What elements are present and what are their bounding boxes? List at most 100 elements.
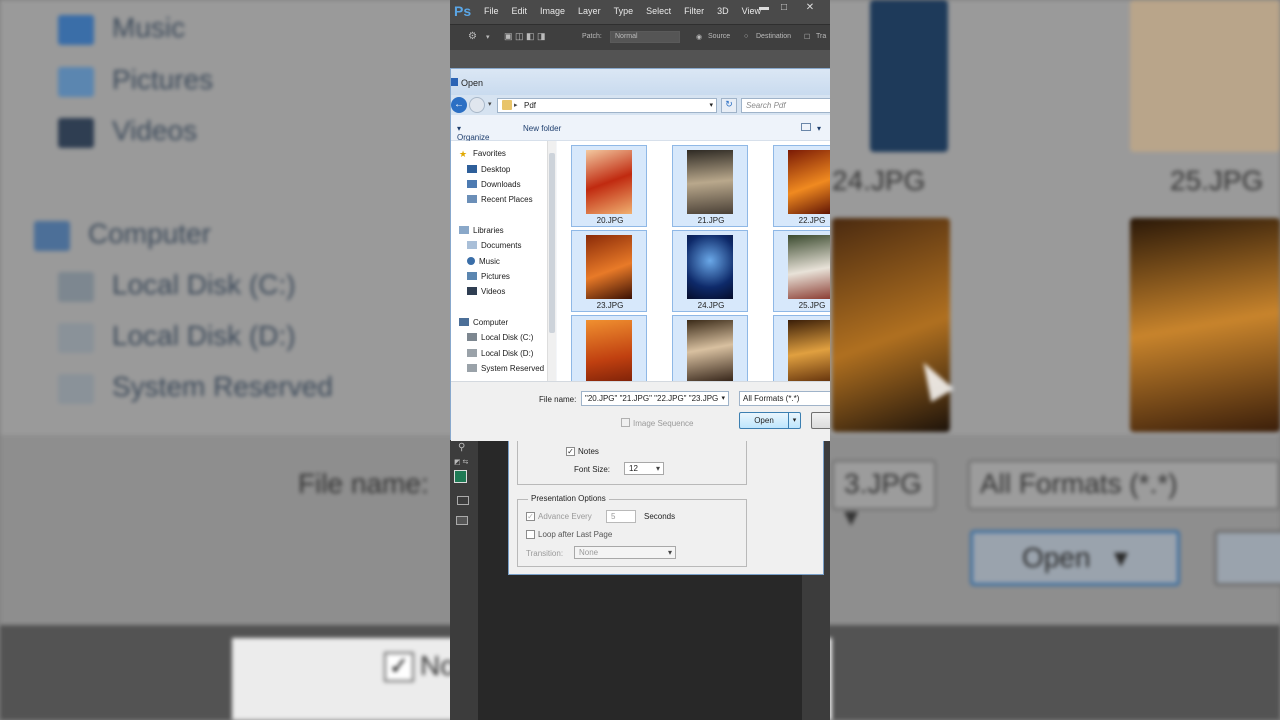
patch-tool-icon[interactable]: ⚙ (468, 31, 477, 42)
file-item[interactable]: 24.JPG (672, 230, 748, 312)
videos-icon (467, 287, 477, 295)
path-dropdown-icon[interactable]: ▾ (709, 99, 713, 112)
refresh-icon[interactable]: ↻ (721, 98, 737, 113)
bg-nav-system-reserved: System Reserved (58, 371, 333, 404)
menu-3d[interactable]: 3D (717, 6, 729, 16)
close-icon[interactable]: ✕ (802, 2, 818, 13)
scrollbar-thumb[interactable] (549, 153, 555, 333)
file-item[interactable] (672, 315, 748, 381)
bg-nav-local-disk-c: Local Disk (C:) (58, 269, 296, 302)
minimize-icon[interactable]: ▬ (756, 2, 772, 13)
file-item[interactable] (571, 315, 647, 381)
nav-libraries[interactable]: Libraries (459, 226, 504, 235)
transparent-label: Tra (816, 33, 827, 40)
source-radio-icon[interactable]: ◉ (696, 33, 702, 41)
search-input[interactable]: Search Pdf (741, 98, 830, 113)
patch-mode-value: Normal (615, 33, 638, 40)
bg-nav-pictures: Pictures (58, 64, 213, 97)
file-name: 25.JPG (798, 301, 826, 310)
bg-thumbnail-27 (1130, 218, 1280, 432)
menu-filter[interactable]: Filter (684, 6, 704, 16)
thumbnail-image (687, 235, 733, 299)
cancel-button[interactable] (811, 412, 830, 429)
foreground-color-swatch[interactable] (454, 470, 467, 483)
transition-select[interactable]: None (574, 546, 676, 559)
bg-filename-text: 3.JPG (844, 468, 922, 499)
file-item[interactable] (773, 315, 830, 381)
nav-videos[interactable]: Videos (467, 287, 505, 296)
menu-select[interactable]: Select (646, 6, 671, 16)
new-folder-button[interactable]: New folder (523, 124, 561, 133)
nav-local-disk-c[interactable]: Local Disk (C:) (467, 333, 533, 342)
file-item[interactable]: 20.JPG (571, 145, 647, 227)
file-name: 20.JPG (596, 216, 624, 225)
advance-seconds-input[interactable]: 5 (606, 510, 636, 523)
recent-places-icon (467, 195, 477, 203)
nav-label: Videos (481, 287, 506, 296)
tool-preset-chevron-icon[interactable]: ▾ (486, 33, 490, 41)
organize-button[interactable]: Organize ▾ (457, 124, 489, 142)
file-item[interactable]: 23.JPG (571, 230, 647, 312)
selection-mode-icon[interactable]: ▣ ◫ ◧ ◨ (504, 31, 546, 42)
patch-mode-select[interactable]: Normal (610, 31, 680, 43)
nav-pictures[interactable]: Pictures (467, 272, 510, 281)
file-name-dropdown-icon[interactable]: ▾ (721, 392, 725, 405)
nav-local-disk-d[interactable]: Local Disk (D:) (467, 349, 533, 358)
advance-every-label: Advance Every (538, 512, 592, 521)
path-box[interactable]: ▸ Pdf ▾ (497, 98, 717, 113)
nav-computer[interactable]: Computer (459, 318, 508, 327)
advance-seconds-value: 5 (611, 512, 616, 521)
bg-nav-label: Computer (88, 218, 211, 249)
forward-icon[interactable] (469, 97, 485, 113)
file-name-input[interactable]: "20.JPG" "21.JPG" "22.JPG" "23.JPG ▾ (581, 391, 729, 406)
file-format-select[interactable]: All Formats (*.*) (739, 391, 830, 406)
nav-system-reserved[interactable]: System Reserved (467, 364, 544, 373)
recent-pages-chevron-icon[interactable]: ▾ (488, 100, 492, 108)
nav-label: Computer (473, 318, 509, 327)
file-item[interactable]: 22.JPG (773, 145, 830, 227)
image-sequence-checkbox[interactable] (621, 418, 630, 427)
nav-label: Pictures (481, 272, 510, 281)
nav-recent-places[interactable]: Recent Places (467, 195, 533, 204)
nav-desktop[interactable]: Desktop (467, 165, 510, 174)
notes-checkbox[interactable]: ✓ (566, 447, 575, 456)
quick-mask-icon[interactable] (457, 496, 469, 505)
image-sequence-option[interactable]: Image Sequence (621, 418, 694, 428)
open-button[interactable]: Open ▾ (739, 412, 801, 429)
destination-radio-icon[interactable]: ○ (744, 33, 748, 40)
menu-edit[interactable]: Edit (512, 6, 528, 16)
loop-checkbox[interactable] (526, 530, 535, 539)
view-options-icon[interactable] (801, 123, 811, 131)
back-icon[interactable]: ← (451, 97, 467, 113)
maximize-icon[interactable]: □ (776, 2, 792, 13)
address-bar: ← ▾ ▸ Pdf ▾ ↻ Search Pdf (451, 95, 830, 115)
view-chevron-icon[interactable]: ▾ (817, 124, 821, 133)
open-dropdown-icon[interactable]: ▾ (788, 413, 800, 428)
menu-image[interactable]: Image (540, 6, 565, 16)
bg-nav-computer: Computer (34, 218, 211, 251)
menu-type[interactable]: Type (614, 6, 634, 16)
open-dialog-footer: File name: "20.JPG" "21.JPG" "22.JPG" "2… (451, 381, 830, 441)
advance-every-checkbox[interactable]: ✓ (526, 512, 535, 521)
menu-file[interactable]: File (484, 6, 499, 16)
nav-label: Documents (481, 241, 522, 250)
nav-music[interactable]: Music (467, 257, 500, 266)
screen-mode-icon[interactable] (456, 516, 468, 525)
menu-layer[interactable]: Layer (578, 6, 601, 16)
file-item[interactable]: 21.JPG (672, 145, 748, 227)
nav-documents[interactable]: Documents (467, 241, 521, 250)
nav-downloads[interactable]: Downloads (467, 180, 521, 189)
zoom-tool-icon[interactable]: ⚲ (458, 442, 465, 453)
nav-favorites[interactable]: ★ Favorites (459, 149, 506, 159)
transparent-checkbox[interactable]: ☐ (804, 33, 810, 41)
nav-label: Recent Places (481, 195, 533, 204)
swap-colors-icon[interactable]: ◩ ⇆ (454, 458, 468, 466)
path-folder-label: Pdf (524, 101, 537, 110)
thumbnail-image (788, 150, 830, 214)
file-name: 23.JPG (596, 301, 624, 310)
font-size-select[interactable]: 12 (624, 462, 664, 475)
breadcrumb-arrow-icon[interactable]: ▸ (514, 99, 518, 112)
file-item[interactable]: 25.JPG (773, 230, 830, 312)
image-sequence-label: Image Sequence (633, 419, 694, 428)
navigation-scrollbar[interactable] (547, 141, 556, 381)
